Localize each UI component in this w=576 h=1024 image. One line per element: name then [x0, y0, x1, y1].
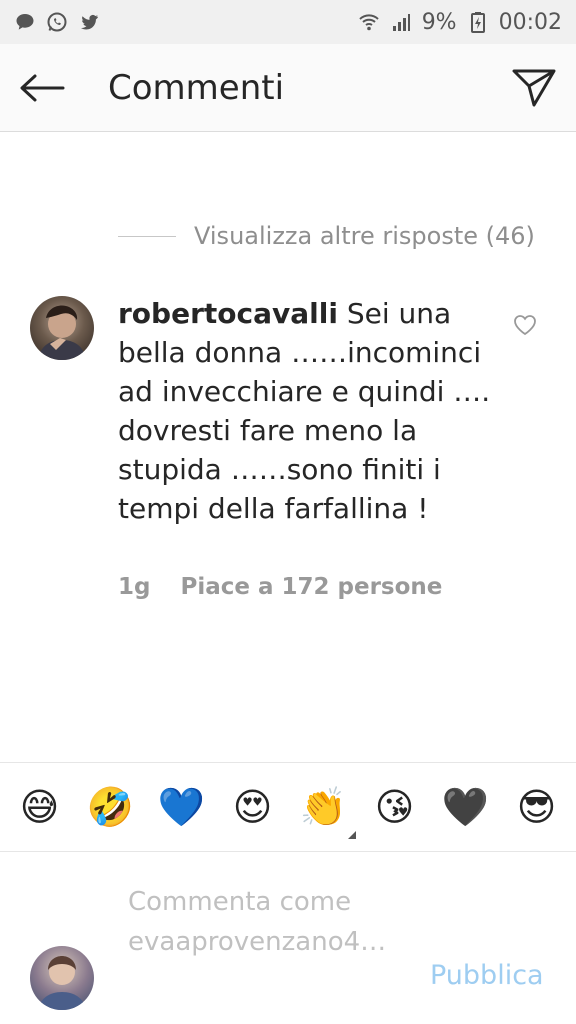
view-more-replies[interactable]: Visualizza altre risposte (46): [118, 222, 535, 250]
comment-time: 1g: [118, 574, 151, 600]
comment-username[interactable]: robertocavalli: [118, 297, 338, 330]
signal-icon: [390, 11, 412, 33]
wifi-icon: [358, 11, 380, 33]
emoji-bar: 😅 🤣 💙 😍 👏 😘 🖤 😎: [0, 762, 576, 852]
like-button[interactable]: [512, 312, 538, 338]
paper-plane-icon: [512, 69, 556, 107]
emoji-black-heart[interactable]: 🖤: [442, 783, 490, 831]
chat-bubble-icon: [14, 11, 36, 33]
clock: 00:02: [498, 9, 562, 35]
heart-icon: [514, 315, 536, 336]
app-header: Commenti: [0, 44, 576, 132]
twitter-icon: [78, 11, 100, 33]
comment-text: Sei una bella donna ……incominci ad invec…: [118, 297, 491, 525]
whatsapp-icon: [46, 11, 68, 33]
avatar[interactable]: [30, 296, 94, 360]
back-button[interactable]: [18, 66, 66, 110]
emoji-heart-eyes[interactable]: 😍: [229, 783, 277, 831]
page-title: Commenti: [108, 68, 285, 108]
emoji-clapping-glyph: 👏: [299, 785, 348, 829]
comment-input[interactable]: [128, 882, 408, 1002]
likes-count[interactable]: Piace a 172 persone: [180, 574, 442, 600]
emoji-blue-heart[interactable]: 💙: [158, 783, 206, 831]
current-user-photo: [38, 956, 86, 1010]
comment-meta: 1g Piace a 172 persone: [118, 574, 442, 600]
battery-icon: [467, 11, 489, 33]
arrow-left-icon: [20, 74, 65, 102]
emoji-rolling-laughing[interactable]: 🤣: [87, 783, 135, 831]
user-photo: [38, 305, 86, 360]
current-user-avatar: [30, 946, 94, 1010]
view-more-replies-label: Visualizza altre risposte (46): [194, 222, 535, 250]
variant-indicator-icon: [347, 831, 356, 839]
divider-line: [118, 235, 176, 237]
emoji-clapping-hands[interactable]: 👏: [299, 783, 356, 839]
status-bar: 9% 00:02: [0, 0, 576, 44]
status-bar-left: [14, 11, 100, 33]
emoji-sunglasses[interactable]: 😎: [513, 783, 561, 831]
battery-percent: 9%: [421, 9, 457, 35]
publish-button[interactable]: Pubblica: [430, 960, 544, 991]
emoji-kissing[interactable]: 😘: [371, 783, 419, 831]
comment-text-block: robertocavalli Sei una bella donna ……inc…: [118, 294, 498, 528]
share-button[interactable]: [510, 64, 558, 112]
emoji-grinning-sweat[interactable]: 😅: [16, 783, 64, 831]
status-bar-right: 9% 00:02: [358, 10, 562, 35]
